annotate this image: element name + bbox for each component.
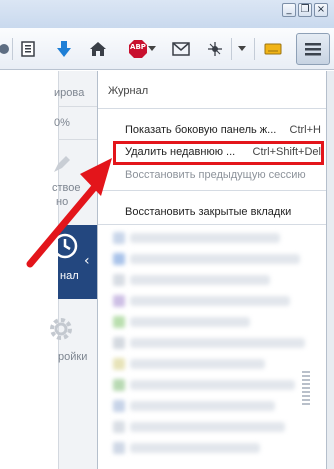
adblock-icon[interactable]: ABP <box>126 37 150 61</box>
navigation-toolbar: ABP <box>0 28 334 70</box>
minimize-button[interactable]: _ <box>282 3 296 17</box>
gear-icon <box>50 318 72 340</box>
favicon-icon <box>113 274 125 286</box>
panel-divider <box>98 224 326 225</box>
toolbar-separator <box>254 38 255 60</box>
menu-item-label: Восстановить предыдущую сессию <box>125 169 306 181</box>
maximize-button[interactable]: ❐ <box>298 3 312 17</box>
favicon-icon <box>113 358 125 370</box>
favicon-icon <box>113 316 125 328</box>
history-button[interactable]: ‹ нал <box>52 225 98 299</box>
home-icon[interactable] <box>86 37 110 61</box>
history-entry[interactable] <box>130 338 305 348</box>
favicon-icon <box>113 232 125 244</box>
favicon-icon <box>113 421 125 433</box>
mail-icon[interactable] <box>169 37 193 61</box>
page-content <box>0 71 58 469</box>
pencil-icon <box>54 156 70 172</box>
menu-item-restore-previous-session: Восстановить предыдущую сессию <box>125 166 321 184</box>
history-button-label: нал <box>60 270 79 282</box>
partial-text: но <box>56 196 69 208</box>
favicon-icon <box>113 442 125 454</box>
history-entry[interactable] <box>130 359 265 369</box>
menu-item-restore-closed-tabs[interactable]: Восстановить закрытые вкладки <box>125 203 321 221</box>
panel-divider <box>98 190 326 191</box>
panel-title: Журнал <box>108 85 149 97</box>
chevron-left-icon: ‹ <box>84 253 90 269</box>
history-entry[interactable] <box>130 254 300 264</box>
history-entry[interactable] <box>130 401 275 411</box>
download-icon[interactable] <box>52 37 76 61</box>
panel-divider <box>98 108 326 109</box>
bookmarks-icon[interactable] <box>16 37 40 61</box>
history-entry[interactable] <box>130 380 295 390</box>
zoom-percent-text: 0% <box>54 117 70 129</box>
partial-toolbar-icon[interactable] <box>0 37 16 61</box>
resize-handle[interactable] <box>302 371 310 407</box>
favicon-icon <box>113 379 125 391</box>
highlight-annotation <box>113 141 324 165</box>
history-entry[interactable] <box>130 275 270 285</box>
adblock-dropdown-icon[interactable] <box>148 46 156 51</box>
partial-text: ствое <box>52 182 81 194</box>
history-entry[interactable] <box>130 296 290 306</box>
partial-text: ировa <box>54 87 85 99</box>
favicon-icon <box>113 337 125 349</box>
toolbar-separator <box>231 38 232 60</box>
extension-icon[interactable] <box>203 37 227 61</box>
note-icon[interactable] <box>261 37 285 61</box>
history-entry[interactable] <box>130 443 260 453</box>
menu-item-shortcut: Ctrl+H <box>289 124 321 136</box>
close-button[interactable]: × <box>314 3 328 17</box>
divider <box>58 106 98 107</box>
favicon-icon <box>113 400 125 412</box>
history-entry[interactable] <box>130 233 280 243</box>
favicon-icon <box>113 295 125 307</box>
clock-icon <box>52 233 78 259</box>
scrollbar[interactable] <box>327 71 334 469</box>
adblock-label: ABP <box>130 43 146 51</box>
open-menu-button[interactable] <box>296 33 330 65</box>
menu-item-show-sidebar[interactable]: Показать боковую панель ж... Ctrl+H <box>125 121 321 139</box>
history-entry[interactable] <box>130 317 250 327</box>
settings-label[interactable]: ройки <box>58 351 87 363</box>
menu-item-label: Восстановить закрытые вкладки <box>125 206 292 218</box>
toolbar-separator <box>12 38 13 60</box>
divider <box>58 139 98 140</box>
history-entry[interactable] <box>130 422 285 432</box>
menu-item-label: Показать боковую панель ж... <box>125 124 277 136</box>
extension-dropdown-icon[interactable] <box>238 46 246 51</box>
favicon-icon <box>113 253 125 265</box>
hamburger-menu-icon <box>305 43 321 56</box>
title-bar: _ ❐ × <box>0 0 334 28</box>
